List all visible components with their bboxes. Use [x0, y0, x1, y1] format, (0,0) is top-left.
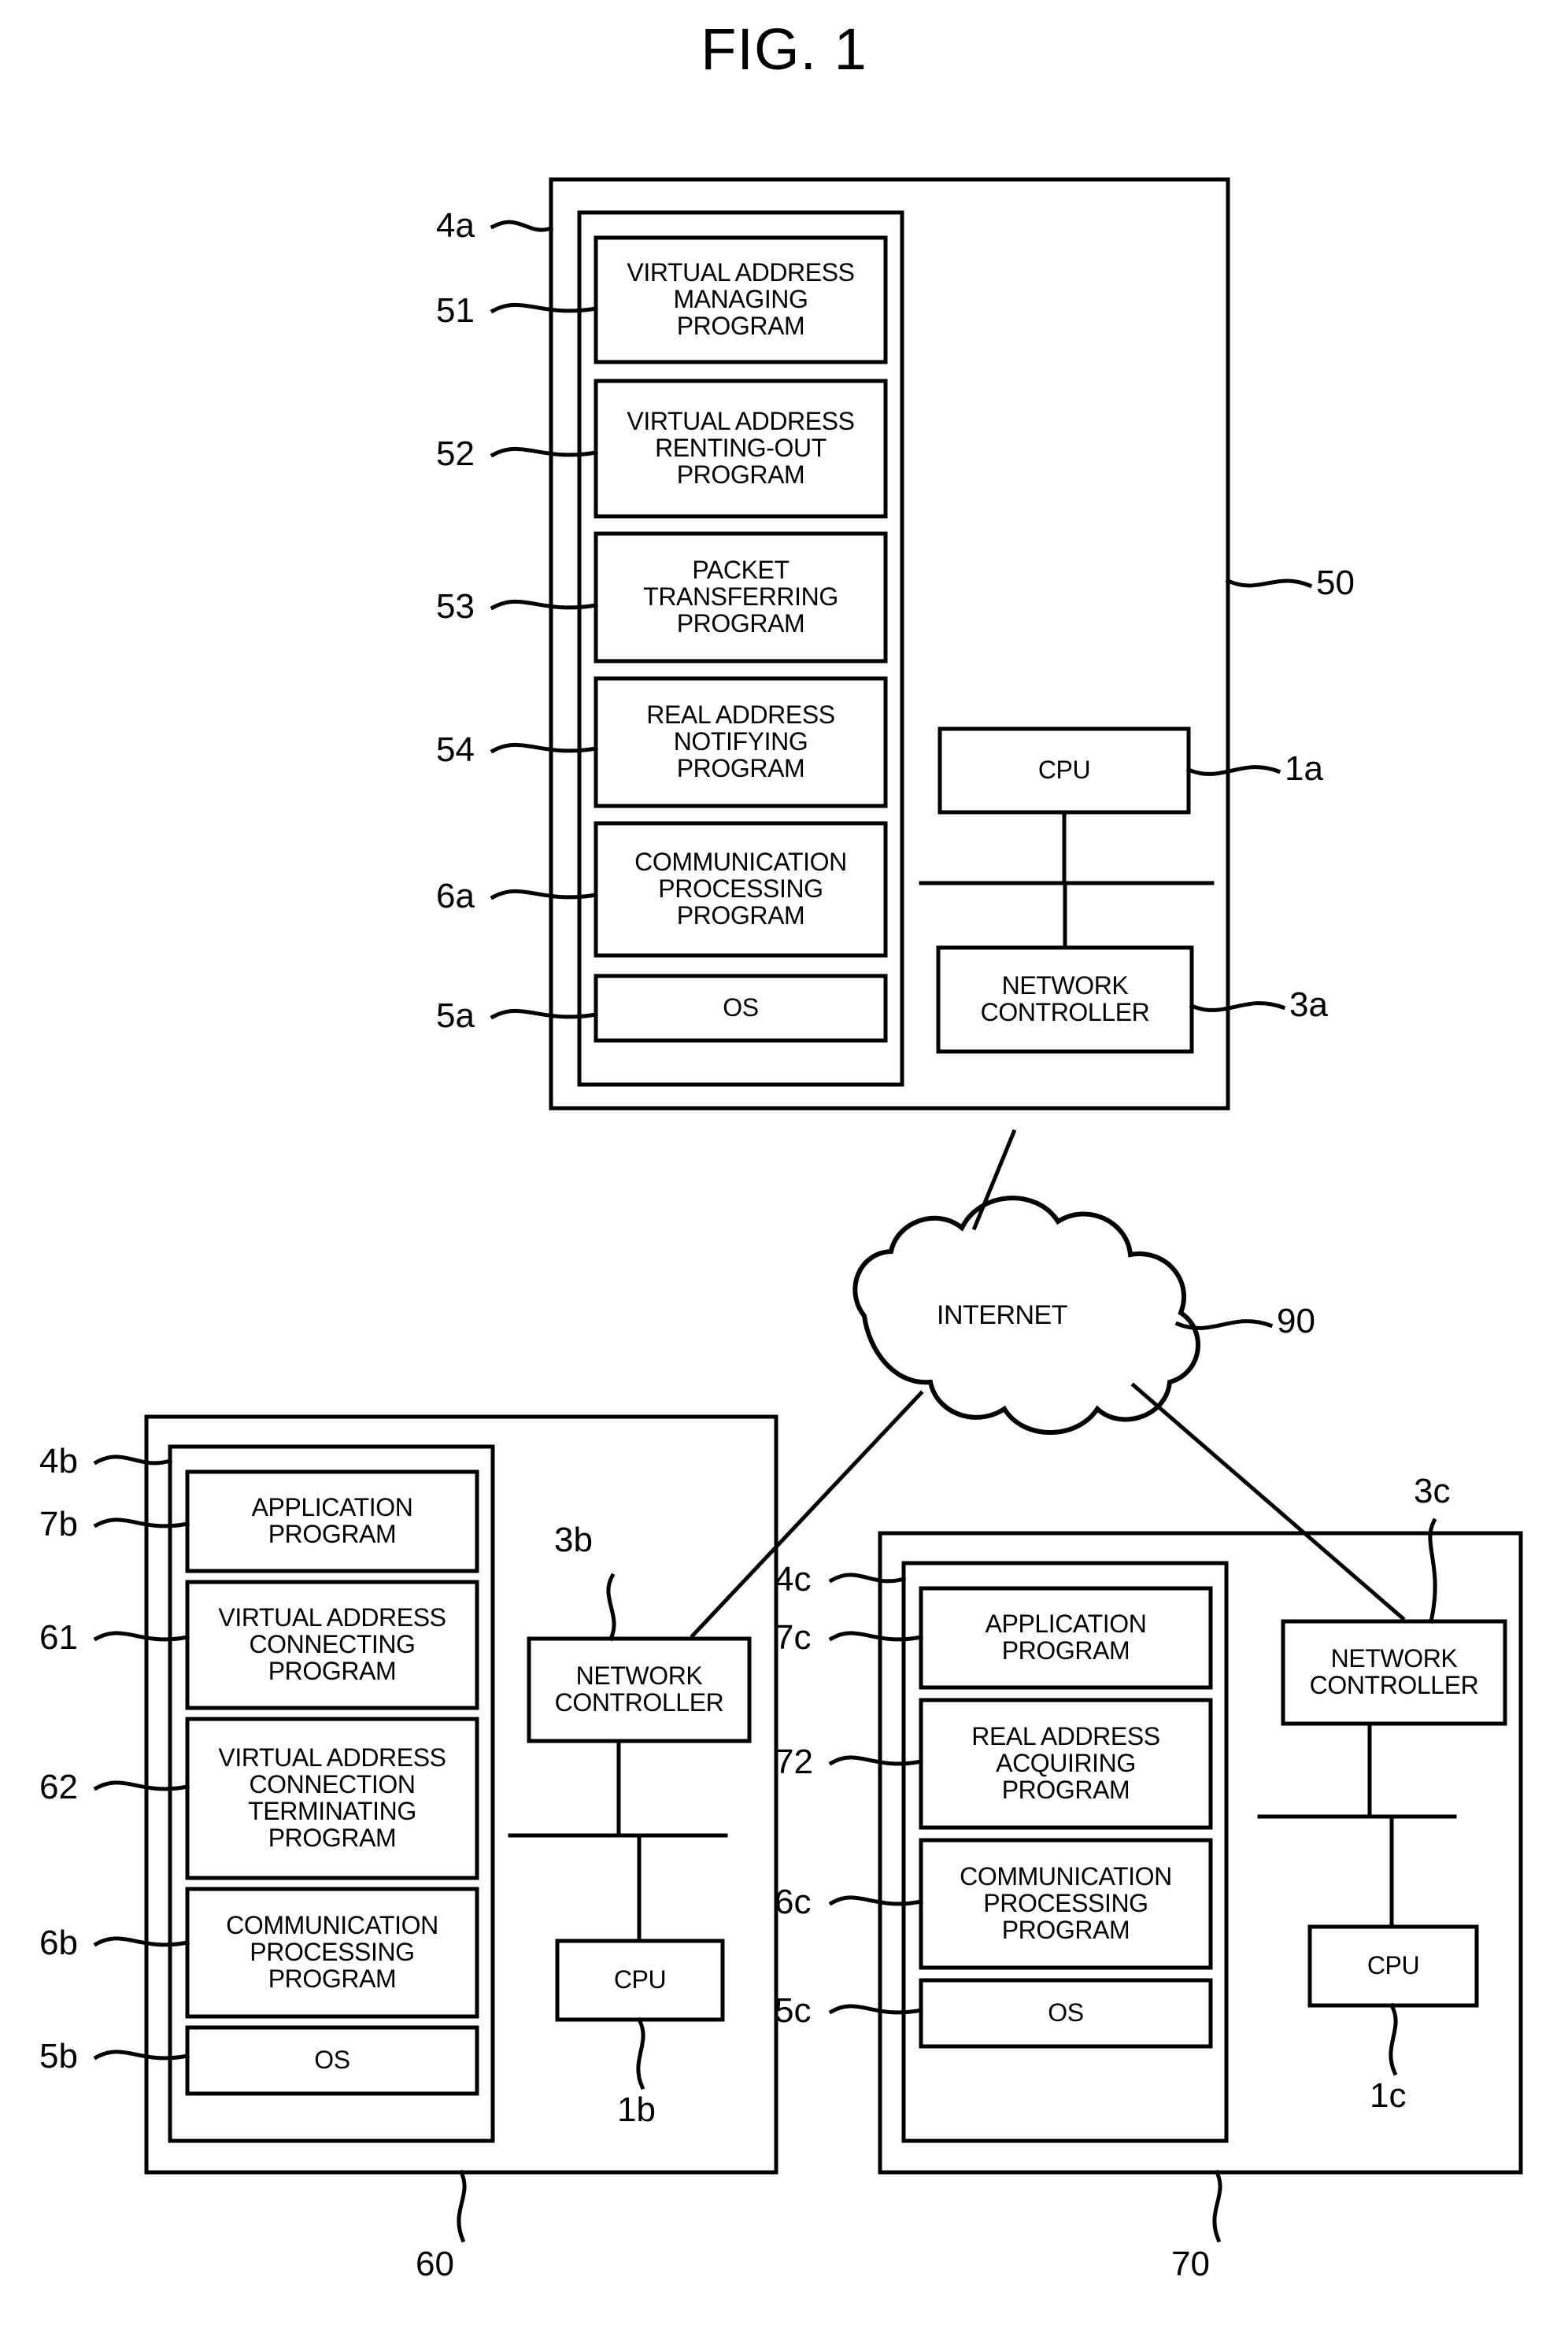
device-bl-program-5b	[185, 2025, 479, 2096]
leader-1b	[636, 2016, 645, 2090]
ref-1c: 1c	[1370, 2076, 1407, 2115]
device-top-bus	[919, 810, 1215, 950]
leader-62	[93, 1780, 190, 1791]
ref-7b: 7b	[39, 1505, 78, 1543]
ref-50: 50	[1316, 564, 1355, 602]
ref-6a: 6a	[436, 877, 475, 915]
device-top-program-53	[594, 531, 888, 663]
leader-4c	[828, 1573, 907, 1584]
device-br-program-6c	[919, 1838, 1213, 1970]
ref-70: 70	[1171, 2245, 1210, 2283]
ref-3c: 3c	[1414, 1472, 1451, 1510]
reference-leaders	[93, 220, 1437, 2243]
device-top-nic-box	[936, 945, 1194, 1054]
ref-53: 53	[436, 587, 475, 626]
device-bl-outer-box	[144, 1414, 778, 2175]
leader-1c	[1389, 2002, 1398, 2076]
ref-4c: 4c	[775, 1560, 812, 1599]
ref-4a: 4a	[436, 206, 475, 245]
device-br-bus	[1257, 1721, 1457, 1929]
patent-figure: FIG. 1 VIRTUAL ADDRESS MANAGING PROGRAM …	[0, 0, 1568, 2325]
device-top-program-5a	[594, 974, 888, 1043]
device-br-program-7c	[919, 1586, 1213, 1690]
device-bl-bus	[508, 1739, 728, 1943]
device-bl-program-62	[185, 1717, 479, 1880]
device-bl-program-7b	[185, 1469, 479, 1573]
leader-1a	[1185, 765, 1281, 776]
ref-51: 51	[436, 291, 475, 330]
ref-62: 62	[39, 1768, 78, 1806]
leader-6b	[93, 1936, 190, 1947]
ref-60: 60	[416, 2245, 454, 2283]
leader-60	[457, 2169, 467, 2243]
ref-3b: 3b	[554, 1521, 593, 1559]
ref-5c: 5c	[775, 1991, 812, 2030]
device-br-nic-box	[1281, 1619, 1507, 1726]
leader-3c	[1428, 1517, 1437, 1624]
leader-5c	[828, 2004, 923, 2015]
leader-7b	[93, 1517, 190, 1528]
ref-72: 72	[775, 1743, 813, 1781]
ref-6b: 6b	[39, 1924, 78, 1962]
leader-5b	[93, 2050, 190, 2061]
ref-3a: 3a	[1289, 985, 1328, 1024]
diagram-vector-layer	[93, 177, 1523, 2243]
leader-7c	[828, 1631, 923, 1642]
ref-7c: 7c	[775, 1618, 812, 1657]
internet-cloud-label: INTERNET	[937, 1300, 1068, 1330]
ref-5a: 5a	[436, 996, 475, 1035]
leader-3a	[1189, 1001, 1286, 1012]
device-top-outer-box	[549, 177, 1230, 1111]
device-br-program-72	[919, 1698, 1213, 1830]
leader-4b	[93, 1455, 173, 1466]
leader-70	[1212, 2169, 1222, 2243]
link-internet-to-bottom-right	[1130, 1382, 1406, 1621]
device-top-program-51	[594, 235, 888, 364]
device-bl-cpu-box	[555, 1939, 725, 2022]
ref-6c: 6c	[775, 1883, 812, 1921]
leader-4a	[490, 220, 554, 232]
ref-1a: 1a	[1285, 749, 1323, 788]
ref-1b: 1b	[617, 2090, 656, 2129]
link-top-device-to-internet	[971, 1129, 1017, 1231]
device-br-program-5c	[919, 1978, 1213, 2049]
device-br-memory-box	[901, 1561, 1229, 2143]
device-top-program-54	[594, 676, 888, 808]
leader-6c	[828, 1895, 923, 1906]
leader-50	[1225, 578, 1313, 589]
device-bl-memory-box	[168, 1444, 495, 2143]
leader-61	[93, 1631, 190, 1642]
ref-54: 54	[436, 730, 475, 769]
device-top-program-6a	[594, 821, 888, 958]
ref-61: 61	[39, 1618, 78, 1657]
device-bl-program-61	[185, 1580, 479, 1710]
device-br-outer-box	[878, 1531, 1523, 2175]
device-top-cpu-box	[937, 726, 1191, 815]
leader-72	[828, 1755, 923, 1766]
device-br-cpu-box	[1307, 1924, 1479, 2008]
leader-3b	[606, 1573, 616, 1642]
device-top-program-52	[594, 379, 888, 519]
ref-5b: 5b	[39, 2037, 78, 2075]
device-bl-program-6b	[185, 1887, 479, 2019]
ref-90: 90	[1277, 1302, 1315, 1340]
ref-52: 52	[436, 434, 475, 473]
ref-4b: 4b	[39, 1442, 78, 1480]
device-bl-nic-box	[527, 1636, 752, 1743]
